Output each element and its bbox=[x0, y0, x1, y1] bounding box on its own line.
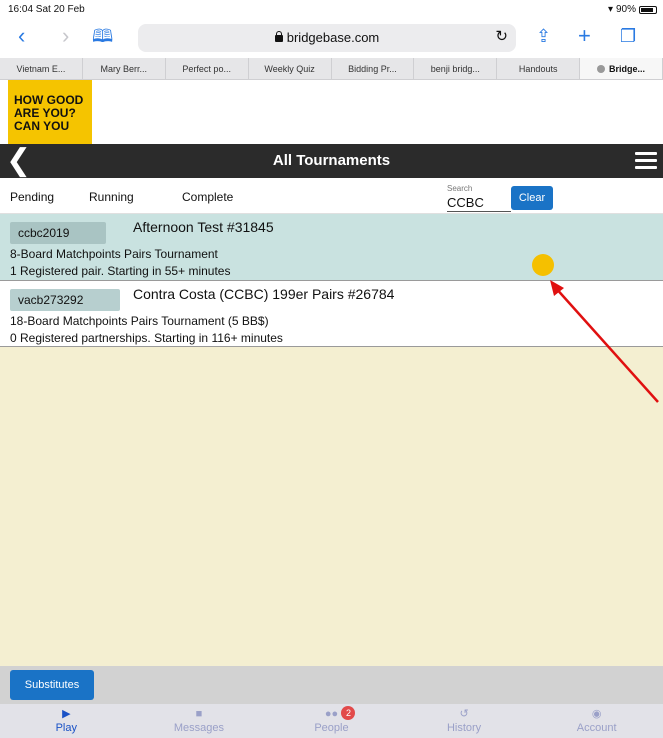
lock-icon bbox=[274, 31, 283, 42]
close-tab-icon[interactable] bbox=[597, 65, 606, 73]
nav-label: People bbox=[314, 722, 349, 734]
history-icon: ↺ bbox=[459, 708, 469, 720]
nav-play[interactable]: ▶ Play bbox=[0, 704, 133, 738]
substitutes-button[interactable]: Substitutes bbox=[10, 670, 94, 700]
banner-ad[interactable]: HOW GOOD ARE YOU? CAN YOU bbox=[8, 80, 92, 144]
play-icon: ▶ bbox=[62, 708, 71, 720]
browser-tab[interactable]: Mary Berr... bbox=[83, 58, 166, 79]
browser-tab[interactable]: Perfect po... bbox=[166, 58, 249, 79]
status-dot bbox=[532, 254, 554, 276]
host-badge: ccbc2019 bbox=[10, 222, 106, 244]
nav-label: Messages bbox=[173, 722, 224, 734]
battery-percent: 90% bbox=[615, 4, 636, 15]
battery-icon bbox=[639, 5, 657, 14]
nav-label: History bbox=[446, 722, 482, 734]
status-time-date: 16:04 Sat 20 Feb bbox=[8, 4, 85, 15]
tournament-status: 0 Registered partnerships. Starting in 1… bbox=[10, 331, 283, 345]
browser-tab[interactable]: Vietnam E... bbox=[0, 58, 83, 79]
nav-account[interactable]: ◉ Account bbox=[530, 704, 663, 738]
search-input[interactable] bbox=[447, 192, 511, 212]
wifi-icon: ▾ bbox=[607, 4, 613, 15]
nav-people[interactable]: ●● 2 People bbox=[265, 704, 398, 738]
page-title: All Tournaments bbox=[272, 152, 391, 169]
url-domain: bridgebase.com bbox=[286, 30, 380, 45]
browser-tab[interactable]: Bidding Pr... bbox=[332, 58, 415, 79]
nav-label: Play bbox=[55, 722, 77, 734]
nav-label: Account bbox=[576, 722, 617, 734]
nav-messages[interactable]: ■ Messages bbox=[133, 704, 266, 738]
tournament-row[interactable]: ccbc2019 Afternoon Test #31845 8-Board M… bbox=[0, 214, 663, 281]
clear-button[interactable]: Clear bbox=[511, 186, 553, 210]
url-text: bridgebase.com bbox=[138, 30, 516, 45]
tournament-description: 8-Board Matchpoints Pairs Tournament bbox=[10, 247, 218, 261]
nav-history[interactable]: ↺ History bbox=[398, 704, 531, 738]
arrow-shaft bbox=[553, 285, 659, 403]
tab-running[interactable]: Running bbox=[89, 190, 134, 204]
browser-toolbar: ‹ › 🕮 bridgebase.com ↻ ⇪ + ❐ bbox=[0, 18, 663, 58]
reload-icon[interactable]: ↻ bbox=[495, 27, 508, 45]
people-icon: ●● bbox=[324, 708, 339, 720]
browser-tab-label: Bridge... bbox=[609, 64, 646, 74]
host-badge: vacb273292 bbox=[10, 289, 120, 311]
app-header: ❮ All Tournaments bbox=[0, 144, 663, 178]
share-icon[interactable]: ⇪ bbox=[536, 24, 551, 48]
browser-forward-icon[interactable]: › bbox=[62, 24, 69, 48]
tournament-status: 1 Registered pair. Starting in 55+ minut… bbox=[10, 264, 231, 278]
filter-bar: Pending Running Complete Search Clear bbox=[0, 178, 663, 217]
browser-tab-active[interactable]: Bridge... bbox=[580, 58, 663, 79]
new-tab-icon[interactable]: + bbox=[578, 24, 591, 48]
menu-icon[interactable] bbox=[635, 152, 657, 170]
browser-tabs: Vietnam E... Mary Berr... Perfect po... … bbox=[0, 58, 663, 80]
account-icon: ◉ bbox=[591, 708, 602, 720]
browser-tab[interactable]: benji bridg... bbox=[414, 58, 498, 79]
browser-tab[interactable]: Handouts bbox=[497, 58, 581, 79]
tab-pending[interactable]: Pending bbox=[10, 190, 68, 217]
browser-back-icon[interactable]: ‹ bbox=[18, 24, 25, 48]
status-right: ▾ 90% bbox=[608, 4, 657, 15]
url-bar[interactable]: bridgebase.com ↻ bbox=[138, 24, 516, 52]
substitutes-bar: Substitutes bbox=[0, 666, 663, 704]
tournament-title: Afternoon Test #31845 bbox=[133, 219, 274, 235]
tournament-title: Contra Costa (CCBC) 199er Pairs #26784 bbox=[133, 286, 395, 302]
annotation-arrow bbox=[550, 280, 659, 403]
browser-tab[interactable]: Weekly Quiz bbox=[249, 58, 332, 79]
tabs-overview-icon[interactable]: ❐ bbox=[620, 24, 636, 48]
tab-complete[interactable]: Complete bbox=[182, 190, 233, 204]
message-icon: ■ bbox=[195, 708, 203, 720]
bottom-nav: ▶ Play ■ Messages ●● 2 People ↺ History … bbox=[0, 704, 663, 738]
tournament-description: 18-Board Matchpoints Pairs Tournament (5… bbox=[10, 314, 269, 328]
status-bar: 16:04 Sat 20 Feb ▾ 90% bbox=[0, 0, 663, 18]
bookmarks-icon[interactable]: 🕮 bbox=[92, 24, 113, 48]
ad-text: HOW GOOD ARE YOU? CAN YOU bbox=[14, 93, 84, 133]
